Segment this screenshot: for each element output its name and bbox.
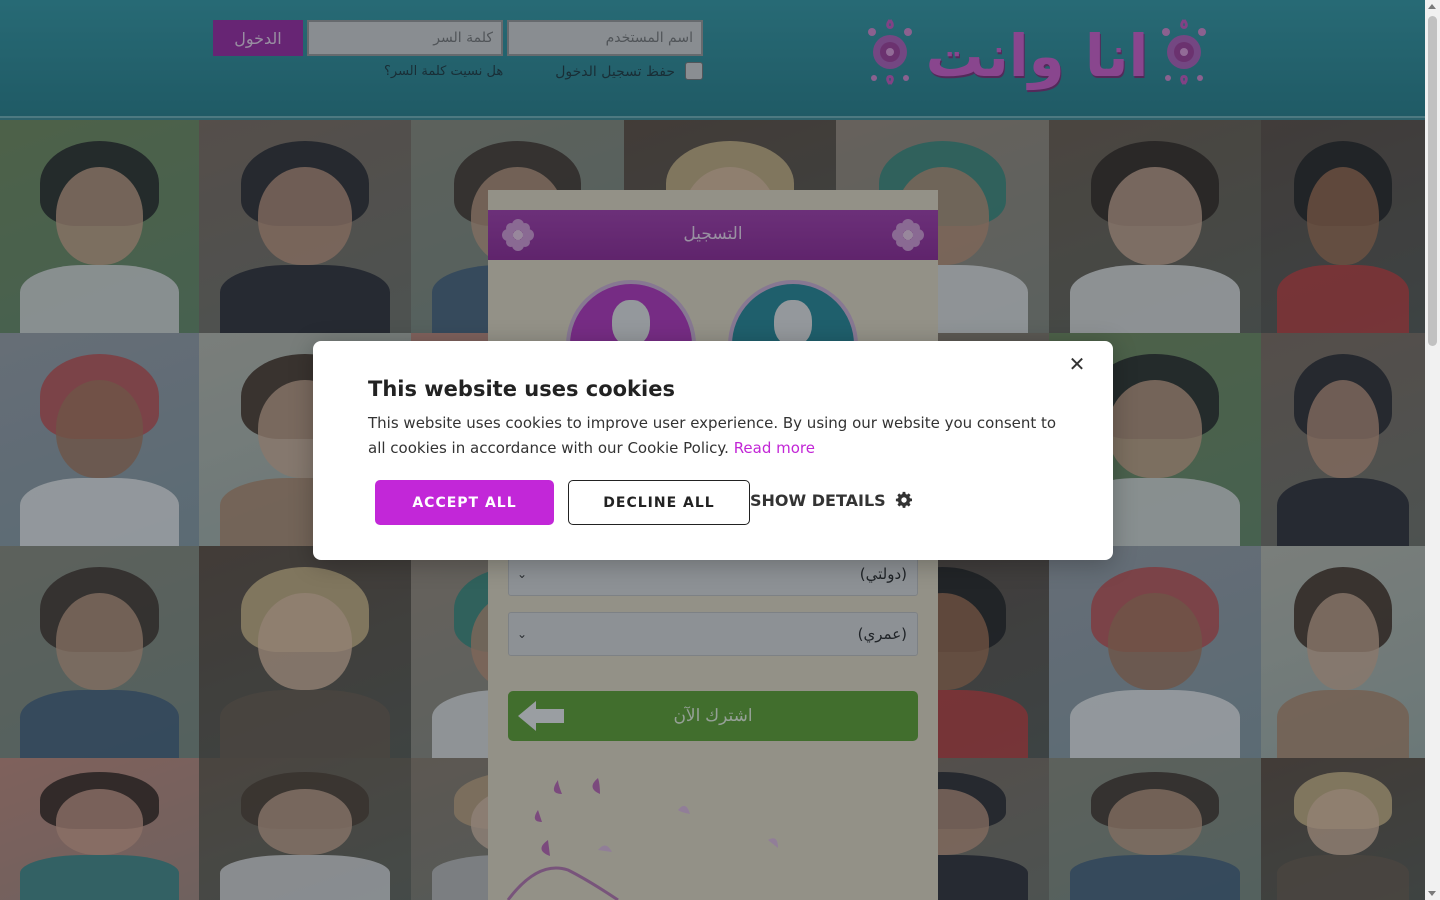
page-scrollbar[interactable] [1425,0,1440,900]
read-more-link[interactable]: Read more [734,439,815,457]
scroll-down-icon[interactable] [1428,891,1436,896]
show-details-label: SHOW DETAILS [750,491,886,510]
scrollbar-thumb[interactable] [1428,16,1437,346]
cookie-title: This website uses cookies [368,377,675,401]
scroll-up-icon[interactable] [1428,4,1436,9]
cookie-message: This website uses cookies to improve use… [368,411,1068,461]
accept-all-button[interactable]: ACCEPT ALL [375,480,554,525]
cookie-text: This website uses cookies to improve use… [368,414,1057,457]
gear-icon [896,491,913,508]
show-details-button[interactable]: SHOW DETAILS [750,491,913,510]
close-icon[interactable]: ✕ [1067,353,1087,375]
decline-all-button[interactable]: DECLINE ALL [568,480,750,525]
cookie-dialog: ✕ This website uses cookies This website… [313,341,1113,560]
